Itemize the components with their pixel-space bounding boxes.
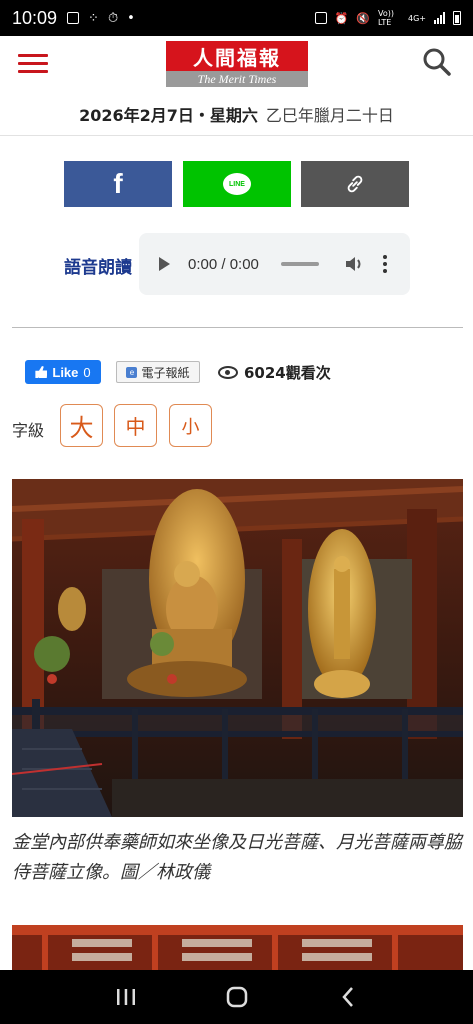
- back-icon: [341, 987, 353, 1007]
- line-icon: LINE: [223, 173, 251, 195]
- lock-icon: [314, 12, 327, 24]
- logo-subtitle: The Merit Times: [166, 71, 308, 87]
- like-label: Like: [52, 364, 79, 380]
- epaper-icon: e: [126, 366, 138, 378]
- view-count: 6024觀看次: [218, 362, 331, 383]
- recent-apps-button[interactable]: [106, 977, 146, 1017]
- temple-ceiling-image: [12, 925, 463, 970]
- more-options-icon[interactable]: [382, 255, 387, 273]
- logo-title: 人間福報: [166, 41, 308, 71]
- audio-time: 0:00 / 0:00: [188, 255, 259, 273]
- signal-icon: [434, 12, 445, 24]
- recent-apps-icon: [116, 989, 135, 1005]
- search-icon: [423, 48, 451, 76]
- site-header: 人間福報 The Merit Times 2026年2月7日・星期六 乙巳年臘月二…: [0, 36, 473, 136]
- epaper-button[interactable]: e 電子報紙: [116, 361, 200, 383]
- thumbs-up-icon: [35, 366, 48, 378]
- home-button[interactable]: [217, 977, 257, 1017]
- network-label: Vo)) LTE: [378, 9, 394, 27]
- play-icon[interactable]: [159, 257, 170, 271]
- back-button[interactable]: [328, 977, 368, 1017]
- eye-icon: [218, 366, 238, 379]
- facebook-icon: f: [113, 168, 123, 199]
- menu-button[interactable]: [18, 54, 48, 74]
- line-share-button[interactable]: LINE: [183, 161, 291, 207]
- temple-interior-image: [12, 479, 463, 817]
- font-size-small-button[interactable]: 小: [169, 404, 212, 447]
- date-line: 2026年2月7日・星期六 乙巳年臘月二十日: [0, 102, 473, 126]
- timer-icon: ⏱: [107, 10, 119, 26]
- dot-icon: •: [127, 10, 135, 26]
- volume-icon[interactable]: [345, 255, 365, 273]
- system-nav-bar: [0, 970, 473, 1024]
- font-size-medium-button[interactable]: 中: [114, 404, 157, 447]
- like-count: 0: [83, 364, 91, 380]
- copy-link-button[interactable]: [301, 161, 409, 207]
- home-icon: [226, 986, 247, 1008]
- audio-seek-bar[interactable]: [280, 262, 319, 266]
- article-photo[interactable]: [12, 479, 463, 817]
- status-bar: 10:09 ⁘ ⏱ • ⏰ 🔇 Vo)) LTE 4G+: [0, 0, 473, 36]
- status-time: 10:09: [12, 7, 58, 28]
- mute-icon: 🔇: [356, 11, 370, 25]
- audio-player: 0:00 / 0:00: [139, 233, 410, 295]
- lunar-date: 乙巳年臘月二十日: [265, 106, 394, 125]
- font-size-label: 字級: [12, 421, 45, 440]
- photo-caption: 金堂內部供奉藥師如來坐像及日光菩薩、月光菩薩兩尊脇侍菩薩立像。圖／林政儀: [12, 832, 462, 883]
- battery-icon: [453, 11, 461, 25]
- facebook-share-button[interactable]: f: [64, 161, 172, 207]
- font-size-large-button[interactable]: 大: [60, 404, 103, 447]
- link-icon: [347, 175, 363, 193]
- site-logo[interactable]: 人間福報 The Merit Times: [166, 41, 308, 87]
- article-photo-2[interactable]: [12, 925, 463, 970]
- voice-reading-label: 語音朗讀: [64, 258, 132, 278]
- view-count-text: 6024觀看次: [244, 364, 331, 382]
- gregorian-date: 2026年2月7日・星期六: [79, 106, 258, 125]
- facebook-like-button[interactable]: Like 0: [25, 360, 101, 384]
- gallery-icon: [67, 12, 80, 24]
- epaper-label: 電子報紙: [141, 365, 190, 380]
- hamburger-icon: [18, 54, 48, 57]
- alarm-icon: ⏰: [334, 11, 349, 25]
- divider: [12, 327, 463, 328]
- search-button[interactable]: [421, 46, 453, 78]
- grid-icon: ⁘: [88, 10, 99, 26]
- signal-label: 4G+: [408, 13, 426, 23]
